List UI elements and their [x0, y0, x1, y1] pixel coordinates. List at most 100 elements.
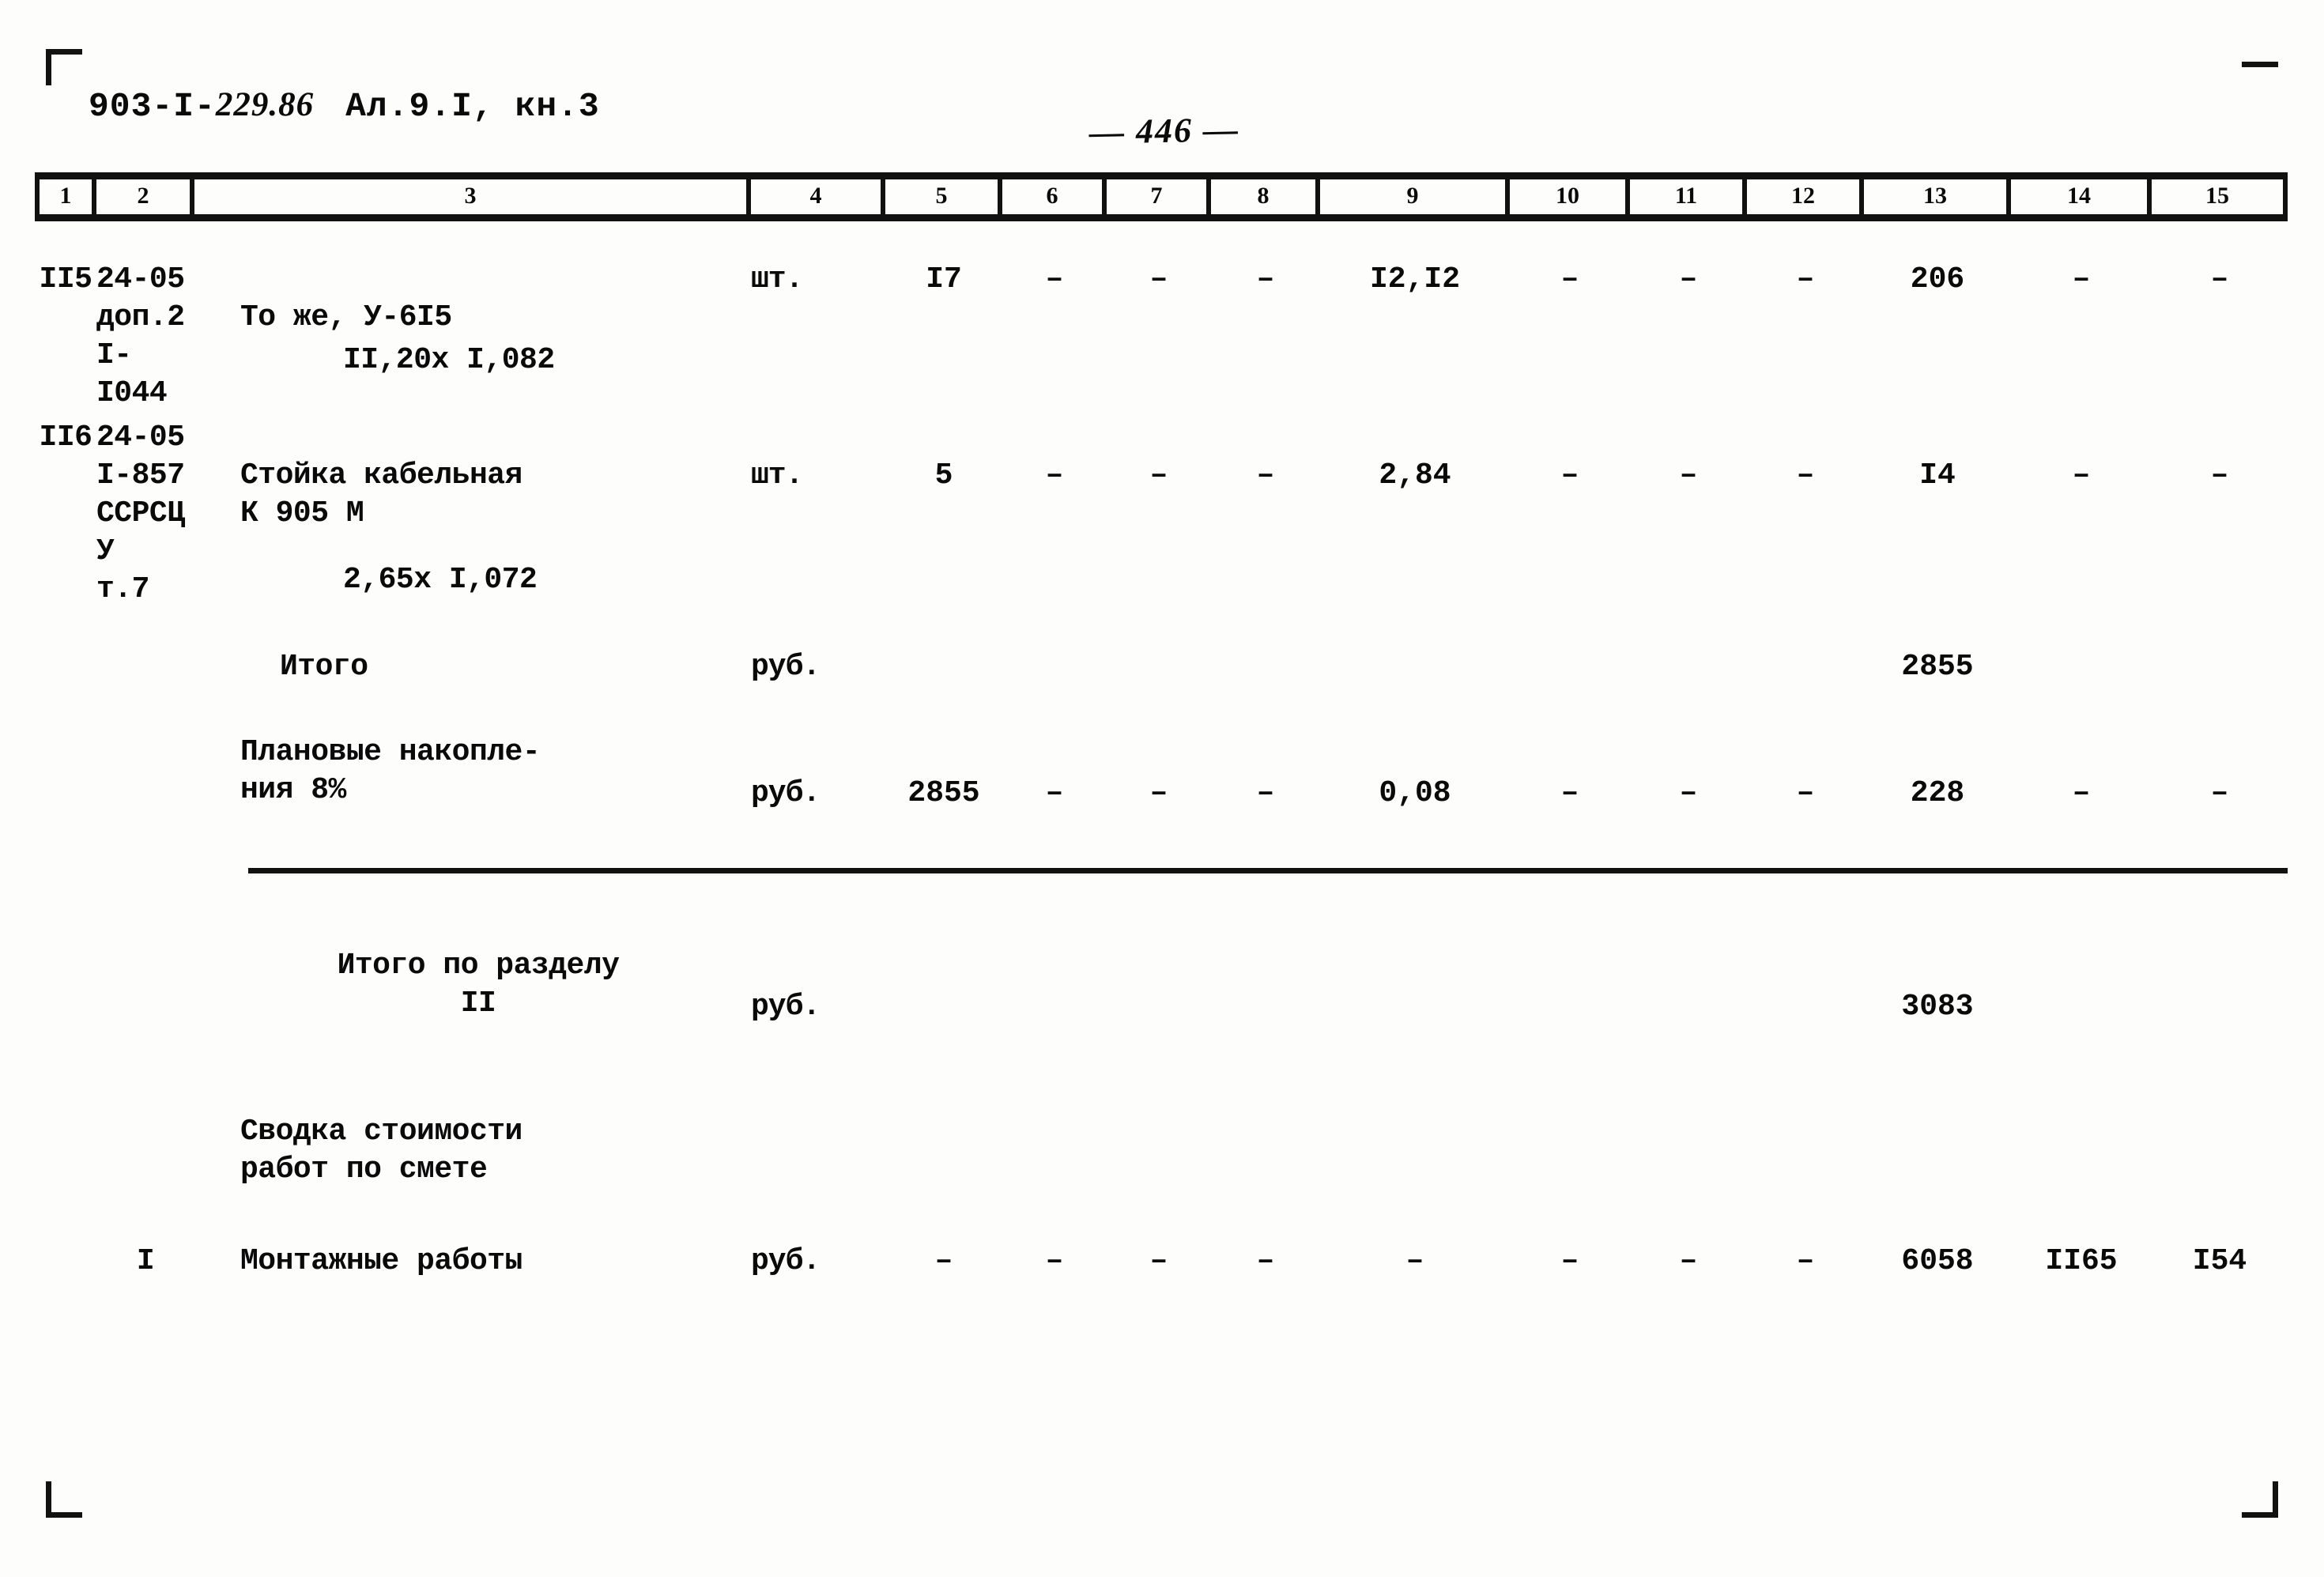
- summary-item-unit: руб.: [751, 1244, 821, 1278]
- row-description: Стойка кабельная К 905 М 2,65х I,072: [194, 419, 751, 637]
- document-code-handwritten: 229.86: [215, 86, 315, 123]
- row-quantity: 5: [934, 458, 953, 492]
- table-column-header: 1 2 3 4 5 6 7 8 9 10 11 12 13 14 15: [35, 172, 2288, 221]
- total-unit: руб.: [751, 650, 821, 684]
- section-total-value-14: [2011, 947, 2152, 988]
- summary-item-value-5: –: [934, 1244, 953, 1278]
- row-norm-code: 24-05 I-857 ССРСЦ У т.7: [96, 421, 185, 606]
- row-position-number: II6: [39, 421, 92, 455]
- column-header-14: 14: [2011, 179, 2152, 214]
- row-value-6: –: [1045, 458, 1064, 492]
- row-value-7: –: [1149, 458, 1168, 492]
- summary-item-value-6: –: [1045, 1244, 1064, 1278]
- album-reference: Ал.9.I, кн.3: [345, 87, 600, 126]
- row-value-9: 2,84: [1379, 458, 1451, 492]
- row-value-10: –: [1560, 262, 1579, 296]
- section-total-value-10: [1510, 947, 1630, 988]
- row-value-13: 206: [1910, 262, 1965, 296]
- row-position-number: II5: [39, 262, 92, 296]
- row-unit: шт.: [751, 458, 803, 492]
- summary-item-value-12: –: [1796, 1244, 1815, 1278]
- row-value-8: –: [1256, 262, 1275, 296]
- row-norm-code: 24-05 доп.2 I-I044: [96, 262, 185, 410]
- column-header-6: 6: [1002, 179, 1107, 214]
- row-value-12: –: [1796, 458, 1815, 492]
- section-total-value-15: [2152, 947, 2288, 988]
- row-value-15: –: [2210, 458, 2229, 492]
- overhead-value-10: –: [1560, 776, 1579, 810]
- column-header-11: 11: [1630, 179, 1747, 214]
- column-header-9: 9: [1320, 179, 1510, 214]
- table-row-total: Итого руб. 2855: [35, 648, 2288, 686]
- section-total-value-8: [1211, 947, 1320, 988]
- column-header-2: 2: [96, 179, 194, 214]
- page-number: — 446 —: [1088, 110, 1240, 152]
- section-total-value-6: [1002, 947, 1107, 988]
- table-row-section-total: Итого по разделу II руб. 3083: [35, 947, 2288, 1026]
- summary-item-value-11: –: [1679, 1244, 1698, 1278]
- crop-mark-top-right-icon: [2242, 62, 2278, 98]
- total-value-13: 2855: [1901, 650, 1974, 684]
- overhead-value-8: –: [1256, 776, 1275, 810]
- section-divider: [248, 868, 2288, 873]
- summary-item-label: Монтажные работы: [240, 1244, 523, 1278]
- summary-item-value-10: –: [1560, 1244, 1579, 1278]
- overhead-value-15: –: [2210, 776, 2229, 810]
- overhead-value-7: –: [1149, 776, 1168, 810]
- column-header-10: 10: [1510, 179, 1630, 214]
- overhead-unit: руб.: [751, 776, 821, 810]
- row-value-10: –: [1560, 458, 1579, 492]
- overhead-value-12: –: [1796, 776, 1815, 810]
- table-row-summary-item: I Монтажные работы руб. – – – – – – – – …: [35, 1243, 2288, 1281]
- row-value-11: –: [1679, 262, 1698, 296]
- row-quantity: I7: [926, 262, 962, 296]
- column-header-12: 12: [1747, 179, 1864, 214]
- row-value-13: I4: [1919, 458, 1956, 492]
- summary-item-value-14: II65: [2045, 1244, 2118, 1278]
- section-total-value-5: [885, 947, 1002, 988]
- column-header-4: 4: [751, 179, 885, 214]
- summary-item-value-7: –: [1149, 1244, 1168, 1278]
- column-header-1: 1: [35, 179, 96, 214]
- table-row: II6 24-05 I-857 ССРСЦ У т.7 Стойка кабел…: [35, 419, 2288, 637]
- section-total-value-11: [1630, 947, 1747, 988]
- document-page: 903-I-229.86 Ал.9.I, кн.3 — 446 — 1 2 3 4…: [0, 0, 2324, 1577]
- table-row-summary-heading: Сводка стоимости работ по смете: [35, 1113, 2288, 1189]
- summary-item-value-13: 6058: [1901, 1244, 1974, 1278]
- overhead-value-9: 0,08: [1379, 776, 1451, 810]
- document-code-line: 903-I-229.86 Ал.9.I, кн.3: [89, 85, 600, 126]
- row-value-12: –: [1796, 262, 1815, 296]
- row-value-15: –: [2210, 262, 2229, 296]
- crop-mark-bottom-right-icon: [2242, 1481, 2278, 1518]
- row-description-dimensions: 2,65х I,072: [343, 563, 538, 597]
- column-header-13: 13: [1864, 179, 2011, 214]
- row-value-14: –: [2072, 458, 2091, 492]
- overhead-label: Плановые накопле- ния 8%: [240, 735, 541, 807]
- summary-item-number: I: [136, 1244, 155, 1278]
- summary-item-value-9: –: [1405, 1244, 1424, 1278]
- table-row: II5 24-05 доп.2 I-I044 То же, У-6I5 II,2…: [35, 261, 2288, 417]
- row-description: То же, У-6I5 II,20х I,082: [194, 261, 751, 417]
- column-header-15: 15: [2152, 179, 2288, 214]
- table-row-overhead: Плановые накопле- ния 8% руб. 2855 – – –…: [35, 734, 2288, 813]
- section-total-value-9: [1320, 947, 1510, 988]
- column-header-3: 3: [194, 179, 751, 214]
- row-value-8: –: [1256, 458, 1275, 492]
- summary-item-value-15: I54: [2192, 1244, 2247, 1278]
- section-total-unit: руб.: [751, 990, 821, 1024]
- section-total-value-13: 3083: [1901, 990, 1974, 1024]
- summary-item-value-8: –: [1256, 1244, 1275, 1278]
- column-header-7: 7: [1107, 179, 1211, 214]
- row-unit: шт.: [751, 262, 803, 296]
- overhead-value-11: –: [1679, 776, 1698, 810]
- summary-heading-label: Сводка стоимости работ по смете: [240, 1115, 523, 1187]
- document-code-prefix: 903-I-: [89, 87, 216, 126]
- section-total-value-12: [1747, 947, 1864, 988]
- total-label: Итого: [280, 650, 368, 684]
- section-total-value-7: [1107, 947, 1211, 988]
- row-value-6: –: [1045, 262, 1064, 296]
- row-value-11: –: [1679, 458, 1698, 492]
- overhead-value-14: –: [2072, 776, 2091, 810]
- row-value-7: –: [1149, 262, 1168, 296]
- row-value-9: I2,I2: [1369, 262, 1461, 296]
